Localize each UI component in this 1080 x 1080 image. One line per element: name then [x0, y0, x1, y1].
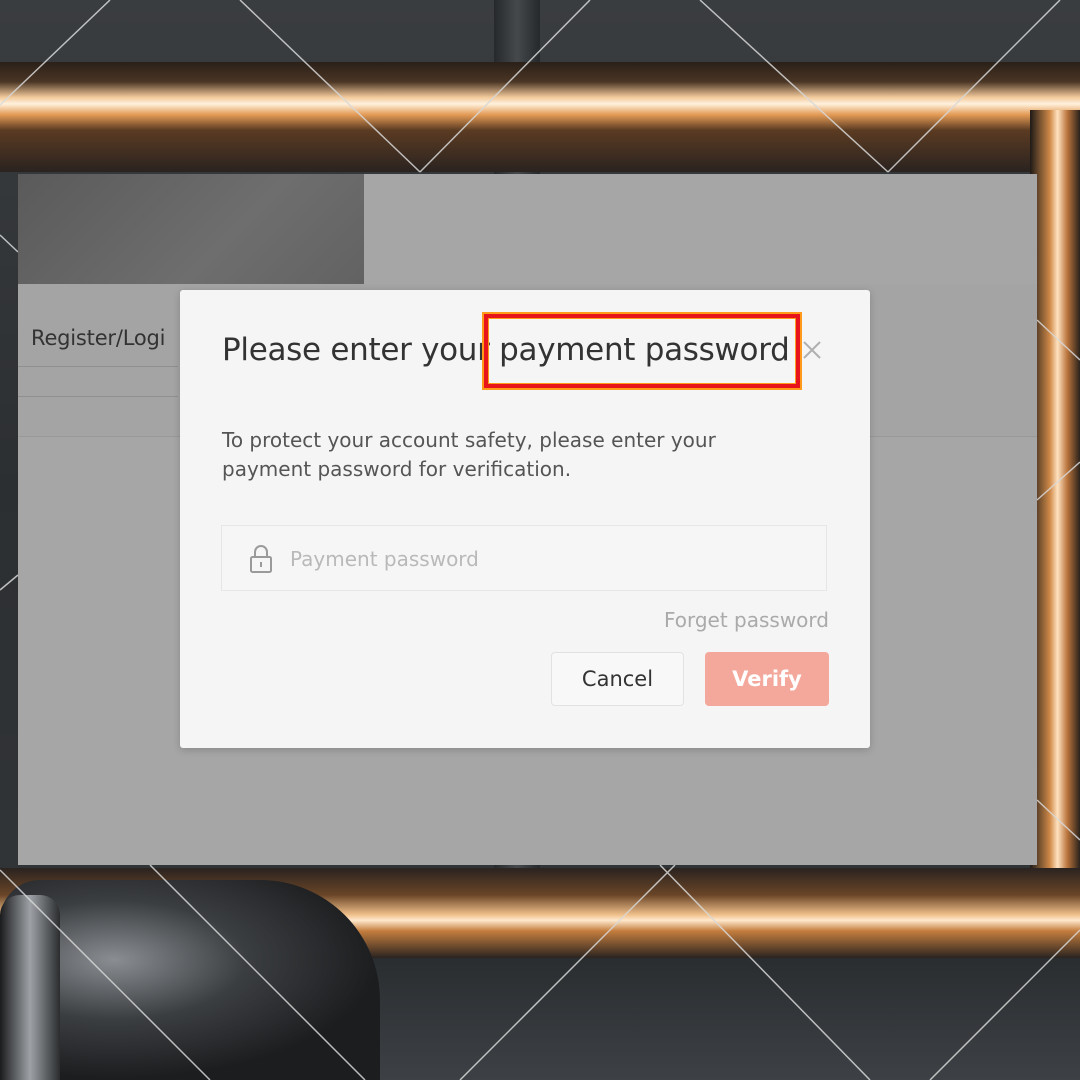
payment-password-dialog: Please enter your payment password To pr… — [180, 290, 870, 748]
divider — [18, 366, 178, 367]
verify-button[interactable]: Verify — [705, 652, 829, 706]
lock-icon — [249, 544, 273, 574]
dialog-description: To protect your account safety, please e… — [222, 428, 716, 481]
divider — [18, 396, 178, 397]
cancel-button[interactable]: Cancel — [551, 652, 684, 706]
payment-password-input[interactable] — [288, 526, 812, 592]
payment-password-field — [221, 525, 827, 592]
dialog-title: Please enter your payment password — [222, 332, 790, 368]
page-banner — [18, 174, 364, 284]
close-icon[interactable] — [800, 338, 824, 362]
forget-password-link[interactable]: Forget password — [664, 608, 829, 632]
register-login-link[interactable]: Register/Logi — [31, 326, 165, 350]
